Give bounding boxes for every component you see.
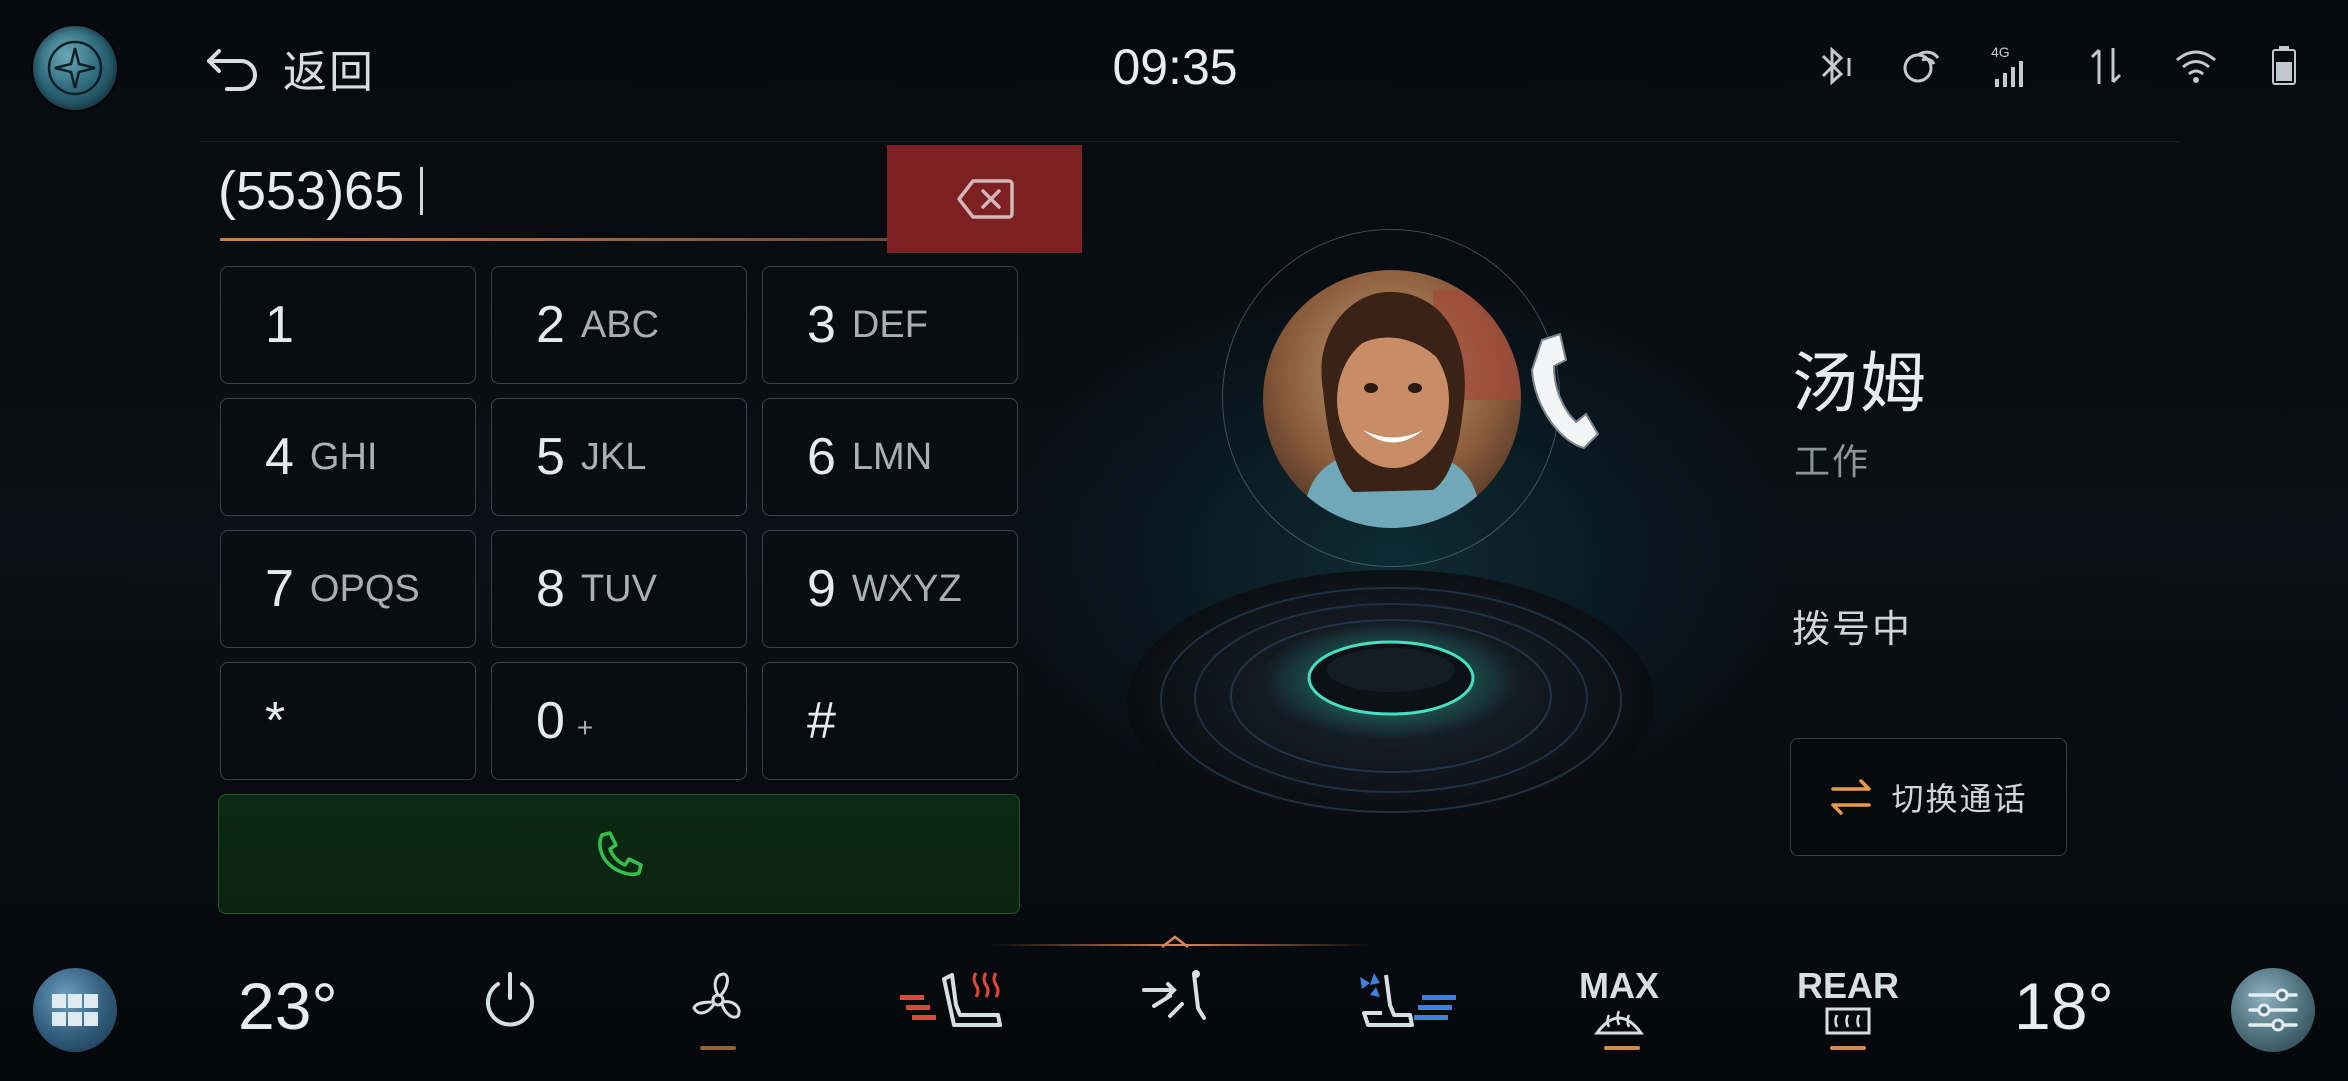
key-7[interactable]: 7 OPQS	[220, 530, 476, 648]
dial-keypad: 1 2 ABC 3 DEF 4 GHI 5 JKL 6 LMN 7 OPQS 8 TUV 9W…	[220, 266, 1018, 782]
key-digit: #	[807, 692, 836, 750]
switch-call-label: 切换通话	[1891, 780, 2028, 818]
handset-icon	[1520, 330, 1600, 464]
back-arrow-icon	[207, 49, 257, 91]
network-label: 4G	[1991, 44, 2010, 60]
key-hash[interactable]: #	[762, 662, 1018, 780]
key-6[interactable]: 6 LMN	[762, 398, 1018, 516]
key-letters: JKL	[580, 435, 647, 478]
lincoln-logo-icon	[47, 40, 103, 96]
app-grid-button[interactable]	[33, 968, 117, 1052]
key-8[interactable]: 8 TUV	[491, 530, 747, 648]
passenger-temperature[interactable]: 18°	[2014, 968, 2114, 1044]
key-4[interactable]: 4 GHI	[220, 398, 476, 516]
key-letters: WXYZ	[851, 567, 962, 610]
seat-heat-button[interactable]	[898, 960, 1016, 1040]
wifi-icon	[2170, 42, 2222, 90]
key-digit: 6	[807, 428, 836, 486]
voice-assistant-icon	[1895, 42, 1945, 90]
key-digit: 0	[536, 692, 565, 750]
rear-defrost-button[interactable]: REAR	[1796, 960, 1900, 1046]
key-digit: 5	[536, 428, 565, 486]
switch-call-button[interactable]: 切换通话	[1790, 738, 2067, 856]
power-icon	[486, 972, 534, 1027]
call-button[interactable]	[218, 794, 1020, 914]
front-defrost-icon	[1594, 1010, 1644, 1035]
contact-avatar	[1263, 270, 1521, 528]
expand-caret-icon[interactable]	[1160, 934, 1190, 953]
rear-defrost-indicator	[1830, 1046, 1866, 1050]
key-digit: 2	[536, 296, 565, 354]
key-letters: TUV	[580, 567, 657, 610]
key-5[interactable]: 5 JKL	[491, 398, 747, 516]
contact-name: 汤姆	[1792, 345, 1928, 422]
phone-call-icon	[598, 831, 643, 876]
call-status: 拨号中	[1792, 607, 1913, 651]
back-button[interactable]: 返回	[205, 36, 375, 100]
rear-defrost-icon	[1825, 1007, 1871, 1035]
dialed-number: (553)65	[218, 161, 405, 221]
grid-icon	[52, 994, 98, 1026]
key-digit: 9	[807, 560, 836, 618]
fan-button[interactable]	[678, 960, 758, 1040]
key-star[interactable]: *	[220, 662, 476, 780]
home-logo-button[interactable]	[33, 26, 117, 110]
text-caret	[420, 167, 424, 215]
data-transfer-icon	[2081, 42, 2131, 90]
seat-vent-icon	[1360, 973, 1456, 1027]
bluetooth-icon	[1810, 42, 1860, 90]
power-button[interactable]	[470, 960, 550, 1040]
max-defrost-indicator	[1604, 1046, 1640, 1050]
cellular-4g-icon: 4G	[1985, 42, 2035, 90]
key-3[interactable]: 3 DEF	[762, 266, 1018, 384]
key-digit: 3	[807, 296, 836, 354]
driver-temperature[interactable]: 23°	[238, 968, 338, 1044]
key-letters: +	[576, 712, 594, 743]
backspace-icon	[956, 179, 1014, 219]
clock: 09:35	[1112, 39, 1238, 95]
contact-number-type: 工作	[1794, 442, 1871, 483]
key-letters: ABC	[580, 303, 660, 346]
key-0[interactable]: 0 +	[491, 662, 747, 780]
seat-ventilation-button[interactable]	[1346, 960, 1464, 1040]
key-letters: OPQS	[309, 567, 420, 610]
airflow-icon	[1142, 970, 1206, 1020]
seat-heat-icon	[900, 972, 1002, 1027]
key-letters: DEF	[851, 303, 928, 346]
key-digit: 1	[265, 296, 294, 354]
key-digit: 8	[536, 560, 565, 618]
max-label: MAX	[1579, 965, 1659, 1006]
max-defrost-button[interactable]: MAX	[1576, 960, 1662, 1046]
key-letters: GHI	[309, 435, 378, 478]
fan-level-indicator	[700, 1046, 736, 1050]
key-1[interactable]: 1	[220, 266, 476, 384]
key-2[interactable]: 2 ABC	[491, 266, 747, 384]
backspace-button[interactable]	[887, 145, 1082, 253]
key-digit: 4	[265, 428, 294, 486]
fan-icon	[692, 972, 741, 1019]
airflow-button[interactable]	[1138, 960, 1218, 1040]
key-letters: LMN	[851, 435, 933, 478]
back-label: 返回	[283, 47, 375, 98]
number-underline	[220, 238, 888, 241]
sliders-icon	[2248, 988, 2298, 1032]
rear-label: REAR	[1796, 965, 1899, 1006]
climate-settings-button[interactable]	[2231, 968, 2315, 1052]
key-digit: 7	[265, 560, 294, 618]
dialed-number-field[interactable]: (553)65	[218, 160, 424, 222]
battery-icon	[2262, 42, 2306, 90]
key-9[interactable]: 9 WXYZ	[762, 530, 1018, 648]
header-divider	[200, 141, 2180, 142]
switch-arrows-icon	[1831, 779, 1872, 815]
call-animation-orb	[1125, 560, 1657, 840]
key-digit: *	[265, 692, 286, 750]
phone-dialer-screen: 返回 09:35 4G (553)65 1 2 ABC 3 DEF 4 GHI 5 JK…	[0, 0, 2348, 1081]
